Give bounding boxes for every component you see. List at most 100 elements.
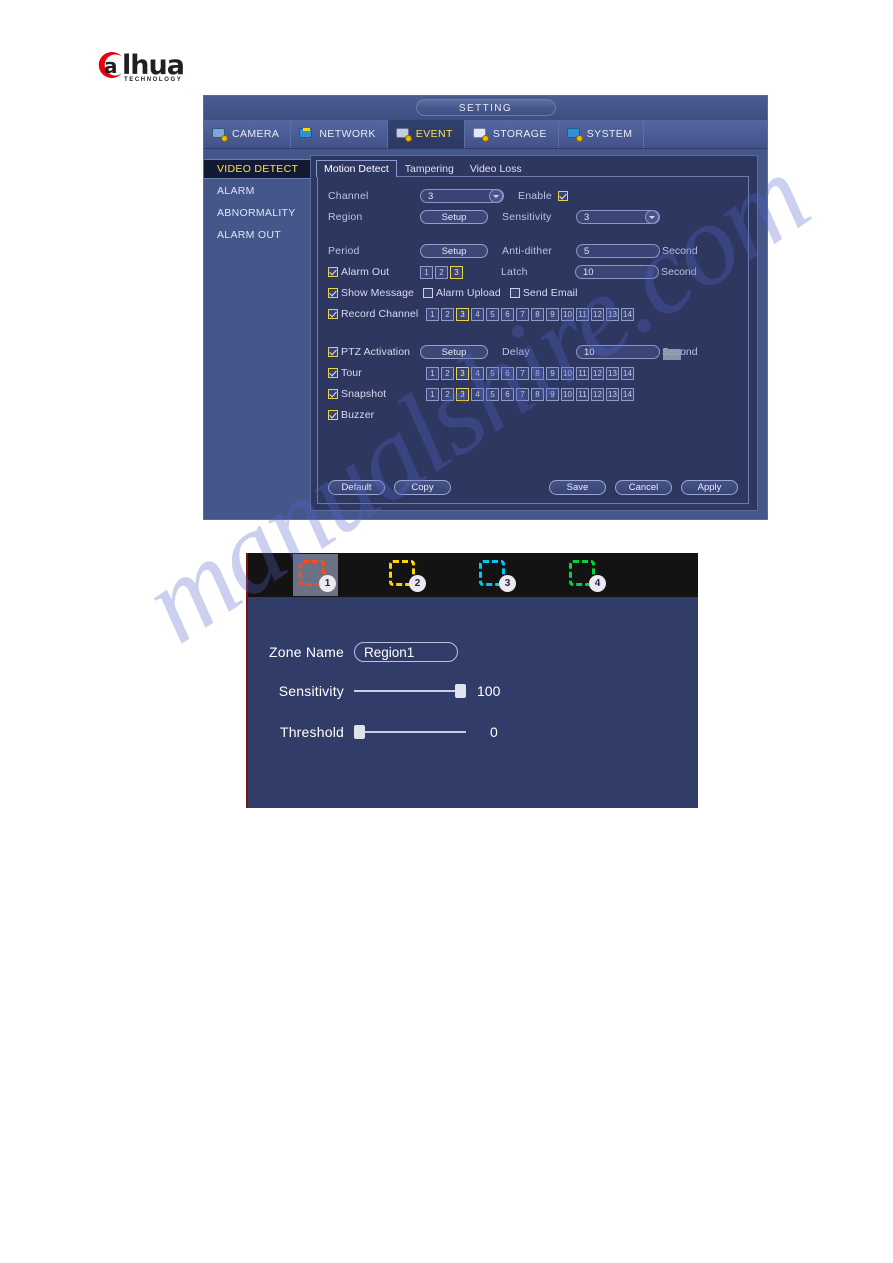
zone-tab-1[interactable]: 1 [293, 554, 338, 596]
subtab-motion-detect[interactable]: Motion Detect [316, 160, 397, 177]
tour-chip-7[interactable]: 7 [516, 366, 529, 380]
cancel-button[interactable]: Cancel [615, 480, 672, 495]
sidebar-item-video-detect[interactable]: VIDEO DETECT [204, 159, 310, 179]
snapshot-chip-12[interactable]: 12 [591, 387, 604, 401]
alarm-out-chip-1[interactable]: 1 [420, 265, 433, 279]
record-channel-checkbox[interactable] [328, 309, 338, 319]
tour-chip-11[interactable]: 11 [576, 366, 589, 380]
subtab-tampering[interactable]: Tampering [397, 160, 462, 177]
tour-chip-6[interactable]: 6 [501, 366, 514, 380]
tab-system[interactable]: SYSTEM [559, 120, 645, 148]
sidebar-item-alarm[interactable]: ALARM [204, 181, 310, 201]
record-chip-1[interactable]: 1 [426, 307, 439, 321]
region-setup-button[interactable]: Setup [420, 210, 488, 224]
tab-storage[interactable]: STORAGE [465, 120, 559, 148]
record-chip-12[interactable]: 12 [591, 307, 604, 321]
alarm-upload-checkbox[interactable] [423, 288, 433, 298]
apply-button[interactable]: Apply [681, 480, 738, 495]
tab-camera[interactable]: CAMERA [204, 120, 292, 148]
snapshot-checkbox[interactable] [328, 389, 338, 399]
zone-tab-3[interactable]: 3 [473, 554, 518, 596]
alarm-out-chip-3[interactable]: 3 [450, 265, 463, 279]
ptz-activation-checkbox[interactable] [328, 347, 338, 357]
snapshot-chip-8[interactable]: 8 [531, 387, 544, 401]
record-chip-6[interactable]: 6 [501, 307, 514, 321]
record-chip-11[interactable]: 11 [576, 307, 589, 321]
alarm-out-chip-2[interactable]: 2 [435, 265, 448, 279]
record-chip-8[interactable]: 8 [531, 307, 544, 321]
tour-chip-3[interactable]: 3 [456, 366, 469, 380]
slider-knob[interactable] [354, 725, 365, 739]
latch-input[interactable]: 10 [575, 265, 659, 279]
tour-chip-2[interactable]: 2 [441, 366, 454, 380]
snapshot-chip-14[interactable]: 14 [621, 387, 634, 401]
enable-checkbox[interactable] [557, 191, 568, 201]
snapshot-chip-4[interactable]: 4 [471, 387, 484, 401]
snapshot-chip-10[interactable]: 10 [561, 387, 574, 401]
record-chip-3[interactable]: 3 [456, 307, 469, 321]
tour-checkbox[interactable] [328, 368, 338, 378]
sensitivity-select[interactable]: 3 [576, 210, 660, 224]
svg-text:a: a [104, 54, 118, 78]
snapshot-chip-9[interactable]: 9 [546, 387, 559, 401]
record-chip-9[interactable]: 9 [546, 307, 559, 321]
snapshot-chip-6[interactable]: 6 [501, 387, 514, 401]
send-email-checkbox[interactable] [509, 288, 520, 298]
tour-chip-4[interactable]: 4 [471, 366, 484, 380]
zone-tab-4[interactable]: 4 [563, 554, 608, 596]
tour-chip-1[interactable]: 1 [426, 366, 439, 380]
period-setup-button[interactable]: Setup [420, 244, 488, 258]
chevron-down-icon[interactable] [645, 210, 659, 224]
zone-number-2: 2 [409, 575, 426, 592]
subtab-video-loss[interactable]: Video Loss [462, 160, 530, 177]
tour-chip-14[interactable]: 14 [621, 366, 634, 380]
zone-sensitivity-value: 100 [477, 683, 501, 699]
chevron-down-icon[interactable] [489, 189, 503, 203]
page-title: SETTING [415, 99, 556, 116]
zone-name-input[interactable]: Region1 [354, 642, 458, 662]
buzzer-checkbox[interactable] [328, 410, 338, 420]
delay-input[interactable]: 10 [576, 345, 660, 359]
snapshot-chip-7[interactable]: 7 [516, 387, 529, 401]
record-chip-5[interactable]: 5 [486, 307, 499, 321]
snapshot-chip-1[interactable]: 1 [426, 387, 439, 401]
ptz-setup-button[interactable]: Setup [420, 345, 488, 359]
tour-chip-9[interactable]: 9 [546, 366, 559, 380]
record-chip-2[interactable]: 2 [441, 307, 454, 321]
record-chip-13[interactable]: 13 [606, 307, 619, 321]
snapshot-chip-5[interactable]: 5 [486, 387, 499, 401]
row-zone-threshold: Threshold 0 [248, 724, 498, 740]
enable-label: Enable [518, 190, 552, 202]
tour-chip-12[interactable]: 12 [591, 366, 604, 380]
save-button[interactable]: Save [549, 480, 606, 495]
record-chip-4[interactable]: 4 [471, 307, 484, 321]
show-message-checkbox[interactable] [328, 288, 338, 298]
zone-number-3: 3 [499, 575, 516, 592]
tab-network[interactable]: NETWORK [291, 120, 388, 148]
copy-button[interactable]: Copy [394, 480, 451, 495]
record-chip-14[interactable]: 14 [621, 307, 634, 321]
sensitivity-label: Sensitivity [502, 211, 552, 223]
record-chip-10[interactable]: 10 [561, 307, 574, 321]
tour-chip-13[interactable]: 13 [606, 366, 619, 380]
snapshot-chip-2[interactable]: 2 [441, 387, 454, 401]
tour-chip-5[interactable]: 5 [486, 366, 499, 380]
snapshot-chip-11[interactable]: 11 [576, 387, 589, 401]
tab-event[interactable]: EVENT [387, 120, 465, 148]
alarm-out-checkbox[interactable] [328, 267, 338, 277]
zone-tab-2[interactable]: 2 [383, 554, 428, 596]
setting-window: SETTING CAMERA NETWORK EVENT STORAGE SYS… [203, 95, 768, 520]
slider-knob[interactable] [455, 684, 466, 698]
zone-sensitivity-slider[interactable] [354, 684, 466, 698]
default-button[interactable]: Default [328, 480, 385, 495]
snapshot-chip-13[interactable]: 13 [606, 387, 619, 401]
tour-chip-10[interactable]: 10 [561, 366, 574, 380]
tour-chip-8[interactable]: 8 [531, 366, 544, 380]
snapshot-chip-3[interactable]: 3 [456, 387, 469, 401]
sidebar-item-alarm-out[interactable]: ALARM OUT [204, 225, 310, 245]
record-chip-7[interactable]: 7 [516, 307, 529, 321]
channel-select[interactable]: 3 [420, 189, 504, 203]
sidebar-item-abnormality[interactable]: ABNORMALITY [204, 203, 310, 223]
zone-threshold-slider[interactable] [354, 725, 466, 739]
anti-dither-input[interactable]: 5 [576, 244, 660, 258]
